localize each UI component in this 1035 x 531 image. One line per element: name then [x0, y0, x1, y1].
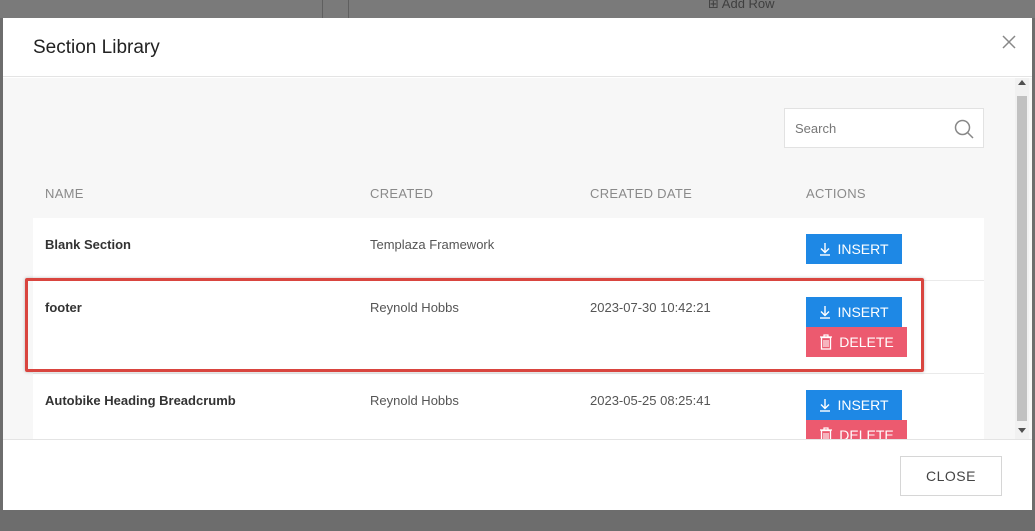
- row-name: Autobike Heading Breadcrumb: [45, 393, 236, 408]
- insert-button-label: INSERT: [837, 241, 889, 257]
- column-header-created-date: CREATED DATE: [590, 186, 693, 201]
- search-icon[interactable]: [953, 118, 975, 140]
- trash-icon: [820, 334, 833, 350]
- search-input[interactable]: [785, 109, 945, 147]
- background-divider: [348, 0, 349, 18]
- modal-body: NAME CREATED CREATED DATE ACTIONS Blank …: [3, 78, 1032, 439]
- insert-button[interactable]: INSERT: [806, 234, 902, 264]
- delete-button[interactable]: DELETE: [806, 420, 907, 439]
- column-header-name: NAME: [45, 186, 84, 201]
- section-library-modal: Section Library NAME CREATED CREATED DAT…: [3, 18, 1032, 510]
- delete-button[interactable]: DELETE: [806, 327, 907, 357]
- row-created: Templaza Framework: [370, 237, 495, 252]
- row-created-date: 2023-07-30 10:42:21: [590, 300, 711, 315]
- row-created: Reynold Hobbs: [370, 393, 459, 408]
- column-header-created: CREATED: [370, 186, 434, 201]
- download-icon: [820, 306, 831, 319]
- table-row: footer Reynold Hobbs 2023-07-30 10:42:21…: [33, 281, 984, 374]
- insert-button[interactable]: INSERT: [806, 390, 902, 420]
- close-icon[interactable]: [999, 32, 1019, 52]
- download-icon: [820, 399, 831, 412]
- row-created-date: 2023-05-25 08:25:41: [590, 393, 711, 408]
- row-name: footer: [45, 300, 82, 315]
- download-icon: [820, 243, 831, 256]
- scroll-up-arrow-icon[interactable]: [1018, 80, 1026, 85]
- scroll-thumb[interactable]: [1017, 96, 1027, 421]
- modal-header: Section Library: [3, 18, 1032, 77]
- trash-icon: [820, 427, 833, 439]
- row-created: Reynold Hobbs: [370, 300, 459, 315]
- delete-button-label: DELETE: [839, 334, 894, 350]
- background-add-row-label: ⊞ Add Row: [708, 0, 775, 8]
- background-add-row-text: Add Row: [721, 0, 775, 8]
- background-divider: [322, 0, 323, 18]
- column-header-actions: ACTIONS: [806, 186, 866, 201]
- delete-button-label: DELETE: [839, 427, 894, 439]
- vertical-scrollbar[interactable]: [1015, 78, 1029, 439]
- modal-footer: CLOSE: [3, 439, 1032, 510]
- table-row: Autobike Heading Breadcrumb Reynold Hobb…: [33, 374, 984, 439]
- modal-title: Section Library: [33, 37, 160, 58]
- background-toolbar: [0, 0, 1035, 18]
- insert-button-label: INSERT: [837, 304, 889, 320]
- row-name: Blank Section: [45, 237, 131, 252]
- close-button[interactable]: CLOSE: [900, 456, 1002, 496]
- insert-button[interactable]: INSERT: [806, 297, 902, 327]
- search-box: [784, 108, 984, 148]
- table-row: Blank Section Templaza Framework INSERT: [33, 218, 984, 281]
- insert-button-label: INSERT: [837, 397, 889, 413]
- scroll-down-arrow-icon[interactable]: [1018, 428, 1026, 433]
